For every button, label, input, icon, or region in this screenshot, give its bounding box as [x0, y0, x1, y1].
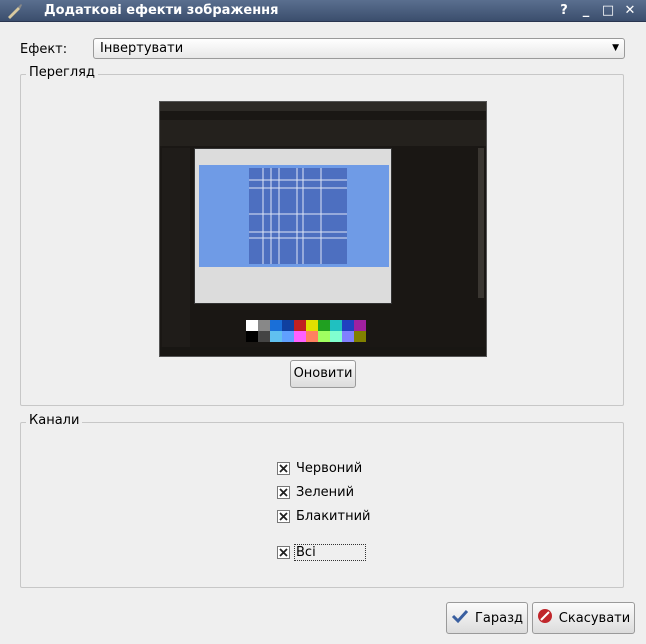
preview-scrollbar — [478, 148, 484, 298]
preview-inner-image — [249, 168, 347, 264]
refresh-button[interactable]: Оновити — [290, 360, 356, 388]
preview-toolbox — [162, 148, 190, 348]
checkbox-checked-icon[interactable] — [277, 509, 290, 523]
cancel-icon — [537, 608, 553, 628]
checkbox-checked-icon[interactable] — [277, 485, 290, 499]
channels-group — [20, 422, 624, 588]
help-button[interactable]: ? — [556, 2, 572, 18]
checkbox-checked-icon[interactable] — [277, 545, 290, 559]
maximize-button[interactable]: □ — [600, 2, 616, 18]
all-channels-label: Всі — [294, 543, 366, 561]
window-titlebar[interactable]: Додаткові ефекти зображення ? _ □ ✕ — [0, 0, 646, 22]
effect-select[interactable]: Інвертувати ▼ — [93, 38, 625, 59]
cancel-button-label: Скасувати — [558, 610, 631, 626]
window-title: Додаткові ефекти зображення — [44, 3, 279, 18]
preview-image — [159, 101, 487, 357]
preview-blue-area — [199, 165, 389, 267]
ok-button[interactable]: Гаразд — [446, 602, 528, 634]
preview-color-palette — [246, 320, 366, 342]
red-channel-label: Червоний — [296, 460, 363, 476]
preview-group-title: Перегляд — [26, 65, 98, 80]
green-channel-checkbox[interactable]: Зелений — [277, 483, 354, 501]
green-channel-label: Зелений — [296, 484, 355, 500]
chevron-down-icon: ▼ — [612, 43, 619, 53]
cancel-button[interactable]: Скасувати — [532, 602, 635, 634]
effect-selected-value: Інвертувати — [100, 41, 184, 56]
ok-button-label: Гаразд — [474, 610, 523, 626]
checkmark-icon — [451, 608, 469, 628]
effect-label: Ефект: — [20, 41, 68, 57]
app-icon[interactable] — [4, 0, 26, 22]
channels-group-title: Канали — [26, 413, 83, 428]
all-channels-checkbox[interactable]: Всі — [277, 543, 366, 561]
effect-row: Ефект: Інвертувати ▼ — [20, 38, 626, 60]
minimize-button[interactable]: _ — [578, 2, 594, 18]
checkbox-checked-icon[interactable] — [277, 461, 290, 475]
blue-channel-checkbox[interactable]: Блакитний — [277, 507, 370, 525]
preview-toolbar — [160, 120, 486, 146]
blue-channel-label: Блакитний — [296, 508, 371, 524]
close-button[interactable]: ✕ — [622, 2, 638, 18]
preview-statusbar — [160, 347, 486, 356]
preview-canvas — [194, 148, 392, 304]
red-channel-checkbox[interactable]: Червоний — [277, 459, 362, 477]
preview-window-titlebar — [160, 102, 486, 111]
